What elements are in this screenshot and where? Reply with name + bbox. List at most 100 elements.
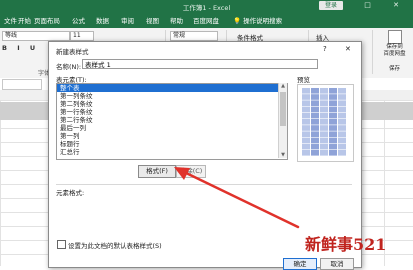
- list-scrollbar[interactable]: ▲ ▼: [278, 83, 287, 158]
- preview-cell: [311, 150, 319, 156]
- preview-cell: [302, 143, 310, 150]
- preview-cell: [311, 131, 319, 137]
- preview-cell: [320, 131, 328, 137]
- list-item[interactable]: 第二列条纹: [57, 100, 287, 108]
- preview-cell: [302, 137, 310, 144]
- preview-cell: [329, 143, 337, 150]
- font-size-box[interactable]: 11: [70, 31, 94, 41]
- preview-cell: [329, 106, 337, 113]
- preview-cell: [302, 125, 310, 131]
- preview-cell: [320, 125, 328, 131]
- preview-cell: [311, 112, 319, 119]
- preview-cell: [338, 131, 346, 137]
- preview-cell: [329, 131, 337, 137]
- preview-cell: [329, 125, 337, 131]
- preview-cell: [311, 106, 319, 113]
- selected-cells: [0, 102, 50, 120]
- preview-cell: [329, 150, 337, 156]
- preview-cell: [329, 94, 337, 100]
- ok-button[interactable]: 确定: [283, 258, 317, 270]
- preview-cell: [338, 112, 346, 119]
- preview-cell: [302, 119, 310, 125]
- table-element-list[interactable]: 整个表 第一列条纹 第二列条纹 第一行条纹 第二行条纹 最后一列 第一列 标题行…: [56, 83, 288, 160]
- style-name-input[interactable]: [82, 59, 318, 69]
- format-button[interactable]: 格式(F): [138, 165, 176, 178]
- close-icon[interactable]: ✕: [345, 45, 351, 53]
- element-format-label: 元素格式:: [56, 189, 85, 197]
- scroll-up-icon[interactable]: ▲: [279, 83, 287, 89]
- default-style-checkbox[interactable]: [57, 240, 66, 249]
- preview-cell: [338, 125, 346, 131]
- cloud-save-icon: [387, 30, 402, 44]
- list-item[interactable]: 第一列: [57, 132, 287, 140]
- title-bar: 工作簿1 - Excel 登录 – □ ✕: [0, 0, 413, 12]
- tell-me-search[interactable]: 💡 操作说明搜索: [233, 15, 282, 25]
- preview-cell: [329, 112, 337, 119]
- list-item[interactable]: 汇总行: [57, 148, 287, 156]
- preview-cell: [338, 137, 346, 144]
- help-icon[interactable]: ?: [323, 45, 327, 53]
- preview-cell: [311, 137, 319, 144]
- ribbon-tabs: 文件 开始 页面布局 公式 数据 审阅 视图 帮助 百度网盘 💡 操作说明搜索: [0, 12, 413, 28]
- name-box[interactable]: [2, 79, 42, 90]
- list-item[interactable]: 最后一列: [57, 124, 287, 132]
- preview-cell: [302, 106, 310, 113]
- preview-cell: [302, 100, 310, 106]
- list-item[interactable]: 第一行条纹: [57, 108, 287, 116]
- preview-cell: [320, 137, 328, 144]
- tell-me-label: 操作说明搜索: [243, 17, 283, 25]
- dialog-title: 新建表样式: [56, 48, 89, 56]
- scroll-thumb[interactable]: [280, 92, 286, 126]
- number-format-box[interactable]: 常规: [170, 31, 218, 41]
- ribbon-divider: [372, 30, 373, 74]
- cancel-button[interactable]: 取消: [320, 258, 354, 270]
- list-item[interactable]: 标题行: [57, 140, 287, 148]
- preview-cell: [302, 88, 310, 94]
- tab-file[interactable]: 文件: [4, 15, 17, 25]
- preview-cell: [311, 143, 319, 150]
- preview-cell: [329, 88, 337, 94]
- save-group-label: 保存: [388, 66, 400, 72]
- tab-help[interactable]: 帮助: [170, 15, 183, 25]
- font-name-box[interactable]: 等线: [2, 31, 70, 41]
- preview-cell: [338, 150, 346, 156]
- preview-cell: [311, 125, 319, 131]
- style-preview: [297, 84, 354, 162]
- window-controls[interactable]: – □ ✕: [339, 1, 409, 9]
- tab-formulas[interactable]: 公式: [72, 15, 85, 25]
- tab-baidu-netdisk[interactable]: 百度网盘: [193, 15, 219, 25]
- preview-cell: [302, 94, 310, 100]
- preview-cell: [320, 88, 328, 94]
- preview-cell: [338, 143, 346, 150]
- preview-cell: [320, 94, 328, 100]
- preview-cell: [311, 94, 319, 100]
- tab-review[interactable]: 审阅: [121, 15, 134, 25]
- preview-cell: [320, 150, 328, 156]
- clear-button[interactable]: 清除(C): [176, 165, 206, 178]
- name-label: 名称(N):: [56, 63, 82, 71]
- list-item[interactable]: 第二行条纹: [57, 116, 287, 124]
- preview-cell: [338, 100, 346, 106]
- preview-cell: [329, 119, 337, 125]
- scroll-down-icon[interactable]: ▼: [279, 152, 287, 158]
- default-style-label: 设置为此文档的默认表格样式(S): [68, 242, 162, 250]
- tab-home[interactable]: 开始: [18, 15, 31, 25]
- tab-page-layout[interactable]: 页面布局: [34, 15, 60, 25]
- preview-cell: [320, 112, 328, 119]
- save-to-netdisk-button[interactable]: 保存到 百度网盘 保存: [376, 30, 413, 72]
- divider: [56, 184, 352, 185]
- font-format-buttons[interactable]: B I U: [2, 44, 39, 52]
- preview-cell: [311, 119, 319, 125]
- preview-cell: [311, 88, 319, 94]
- preview-cell: [329, 137, 337, 144]
- tab-data[interactable]: 数据: [96, 15, 109, 25]
- preview-cell: [302, 131, 310, 137]
- preview-cell: [338, 119, 346, 125]
- preview-cell: [311, 100, 319, 106]
- list-item[interactable]: 第一列条纹: [57, 92, 287, 100]
- preview-cell: [338, 106, 346, 113]
- save-line2: 百度网盘: [383, 51, 406, 57]
- tab-view[interactable]: 视图: [146, 15, 159, 25]
- selected-cells: [356, 102, 413, 120]
- list-item[interactable]: 整个表: [57, 84, 287, 92]
